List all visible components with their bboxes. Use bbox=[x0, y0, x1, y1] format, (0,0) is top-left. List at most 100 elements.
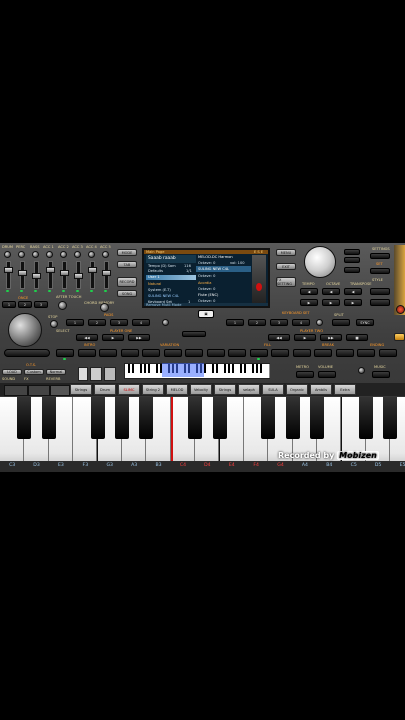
style-next-button[interactable] bbox=[370, 299, 390, 306]
kb-set-button-4[interactable]: 4 bbox=[292, 319, 310, 326]
ending-1-button[interactable] bbox=[335, 349, 354, 357]
style-reset-button[interactable] bbox=[344, 267, 360, 273]
fill-1-button[interactable] bbox=[206, 349, 225, 357]
mixer-slider-3[interactable] bbox=[32, 273, 41, 279]
stop-knob[interactable] bbox=[50, 320, 58, 328]
normal-button[interactable]: Normal bbox=[46, 369, 66, 375]
black-key[interactable] bbox=[41, 397, 56, 439]
style-item-5[interactable]: MELOD bbox=[166, 384, 188, 395]
mixer-slider-2[interactable] bbox=[18, 270, 27, 276]
style-item-1[interactable]: Strings bbox=[70, 384, 92, 395]
mode-button[interactable]: MODE bbox=[117, 249, 137, 256]
black-key[interactable] bbox=[17, 397, 32, 439]
player-two-stop[interactable]: ■ bbox=[346, 334, 368, 341]
menu-button[interactable]: MENU bbox=[276, 249, 296, 256]
mixer-slider-1[interactable] bbox=[4, 267, 13, 273]
lcd-slider[interactable] bbox=[182, 331, 206, 337]
style-item-3[interactable]: SLIMC bbox=[118, 384, 140, 395]
chord-memory-knob[interactable] bbox=[100, 303, 109, 312]
once-button-2[interactable]: 2 bbox=[18, 301, 32, 308]
song-button[interactable]: SONG bbox=[117, 290, 137, 297]
mixer-knob-7[interactable] bbox=[88, 251, 95, 258]
style-bar-toggle[interactable] bbox=[28, 385, 50, 396]
black-key[interactable] bbox=[139, 397, 154, 439]
variation-1-button[interactable] bbox=[120, 349, 139, 357]
kb-set-knob[interactable] bbox=[316, 319, 323, 326]
style-item-12[interactable]: Extra bbox=[334, 384, 356, 395]
mixer-knob-6[interactable] bbox=[74, 251, 81, 258]
kb-set-button-3[interactable]: 3 bbox=[270, 319, 288, 326]
record-button[interactable]: RECORD bbox=[117, 277, 137, 287]
transpose-down-button[interactable]: ◀ bbox=[344, 288, 362, 295]
style-bar-next[interactable] bbox=[50, 385, 70, 396]
settings-button[interactable] bbox=[370, 253, 390, 259]
mixer-knob-3[interactable] bbox=[32, 251, 39, 258]
black-key[interactable] bbox=[90, 397, 105, 439]
exit-button[interactable]: EXIT bbox=[276, 263, 296, 270]
mixer-knob-2[interactable] bbox=[18, 251, 25, 258]
guitar-icon[interactable] bbox=[90, 367, 102, 381]
kb-set-button-2[interactable]: 2 bbox=[248, 319, 266, 326]
set-button[interactable] bbox=[370, 268, 390, 274]
split-button[interactable] bbox=[332, 319, 350, 326]
black-key[interactable] bbox=[188, 397, 203, 439]
intro-2-button[interactable] bbox=[77, 349, 96, 357]
black-key[interactable] bbox=[212, 397, 227, 439]
black-key[interactable] bbox=[310, 397, 325, 439]
style-item-11[interactable]: Ambils bbox=[310, 384, 332, 395]
variation-4-button[interactable] bbox=[185, 349, 203, 357]
octave-up-button[interactable]: ▶ bbox=[322, 299, 340, 306]
red-power-knob[interactable] bbox=[396, 305, 405, 314]
variation-3-button[interactable] bbox=[163, 349, 182, 357]
pad-button-4[interactable]: 4 bbox=[132, 319, 150, 326]
fx-setting-button[interactable]: FX SETTING bbox=[276, 277, 296, 287]
mixer-slider-6[interactable] bbox=[74, 273, 83, 279]
tempo-dial[interactable] bbox=[304, 246, 336, 278]
mixer-slider-4[interactable] bbox=[46, 267, 55, 273]
style-item-7[interactable]: Strings bbox=[214, 384, 236, 395]
pitch-bend-bar[interactable] bbox=[4, 349, 50, 357]
stop-knob-2[interactable] bbox=[358, 367, 365, 374]
ending-3-button[interactable] bbox=[378, 349, 397, 357]
tempo-up-button[interactable]: ▶ bbox=[300, 299, 318, 306]
octave-down-button[interactable]: ◀ bbox=[322, 288, 340, 295]
fill-2-button[interactable] bbox=[228, 349, 246, 357]
once-button-3[interactable]: 3 bbox=[34, 301, 48, 308]
pad-button-1[interactable]: 1 bbox=[66, 319, 84, 326]
mixer-slider-7[interactable] bbox=[88, 267, 97, 273]
mixer-knob-4[interactable] bbox=[46, 251, 53, 258]
sync-button[interactable]: SYNC bbox=[356, 319, 374, 326]
tempo-down-button[interactable]: ◀ bbox=[300, 288, 318, 295]
metro-button[interactable] bbox=[296, 371, 314, 378]
style-up-button[interactable] bbox=[344, 249, 360, 255]
style-item-4[interactable]: String 2 bbox=[142, 384, 164, 395]
style-item-9[interactable]: SULA bbox=[262, 384, 284, 395]
music-button[interactable] bbox=[372, 371, 390, 378]
custom-button[interactable]: Custom bbox=[24, 369, 44, 375]
style-item-10[interactable]: Organic bbox=[286, 384, 308, 395]
mixer-knob-1[interactable] bbox=[4, 251, 11, 258]
lcd-select-button[interactable]: ▣ bbox=[198, 310, 214, 318]
ending-2-button[interactable] bbox=[357, 349, 375, 357]
player-one-play[interactable]: ▶ bbox=[102, 334, 124, 341]
after-touch-knob[interactable] bbox=[58, 301, 67, 310]
player-two-play[interactable]: ▶ bbox=[294, 334, 316, 341]
mixer-knob-5[interactable] bbox=[60, 251, 67, 258]
mixer-knob-8[interactable] bbox=[102, 251, 109, 258]
player-one-rewind[interactable]: ◀◀ bbox=[76, 334, 98, 341]
style-down-button[interactable] bbox=[344, 257, 360, 263]
load-button[interactable]: LOAD bbox=[2, 369, 22, 375]
style-button[interactable] bbox=[370, 288, 390, 295]
player-one-forward[interactable]: ▶▶ bbox=[128, 334, 150, 341]
volume-button[interactable] bbox=[318, 371, 336, 378]
transpose-up-button[interactable]: ▶ bbox=[344, 299, 362, 306]
break-1-button[interactable] bbox=[292, 349, 311, 357]
black-key[interactable] bbox=[383, 397, 398, 439]
piano-icon[interactable] bbox=[104, 367, 116, 381]
style-item-6[interactable]: Velocity bbox=[190, 384, 212, 395]
mini-keyboard-range[interactable] bbox=[162, 363, 204, 377]
intro-3-button[interactable] bbox=[99, 349, 117, 357]
style-item-8[interactable]: selaph bbox=[238, 384, 260, 395]
black-key[interactable] bbox=[358, 397, 373, 439]
tab-button[interactable]: TAB bbox=[117, 261, 137, 268]
